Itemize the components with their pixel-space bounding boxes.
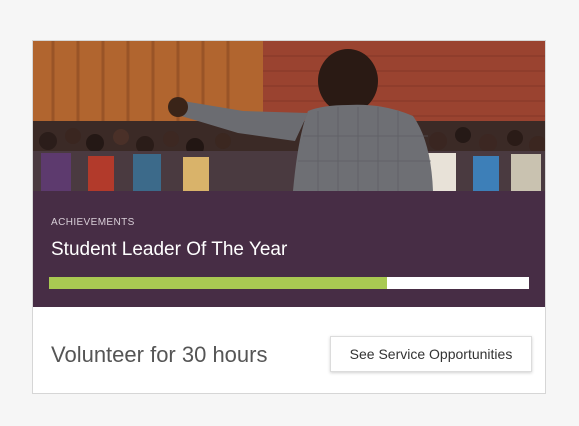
progress-fill <box>49 277 388 289</box>
achievement-title: Student Leader Of The Year <box>51 239 288 260</box>
see-service-opportunities-button[interactable]: See Service Opportunities <box>330 336 532 372</box>
achievement-band: ACHIEVEMENTS Student Leader Of The Year <box>33 191 545 307</box>
card-footer: Volunteer for 30 hours See Service Oppor… <box>33 307 545 393</box>
lecture-hall-image <box>33 41 545 191</box>
hero-photo <box>33 41 545 191</box>
category-label: ACHIEVEMENTS <box>51 217 135 228</box>
progress-bar <box>49 277 529 289</box>
achievement-card: ACHIEVEMENTS Student Leader Of The Year … <box>32 40 546 394</box>
goal-text: Volunteer for 30 hours <box>51 342 268 367</box>
